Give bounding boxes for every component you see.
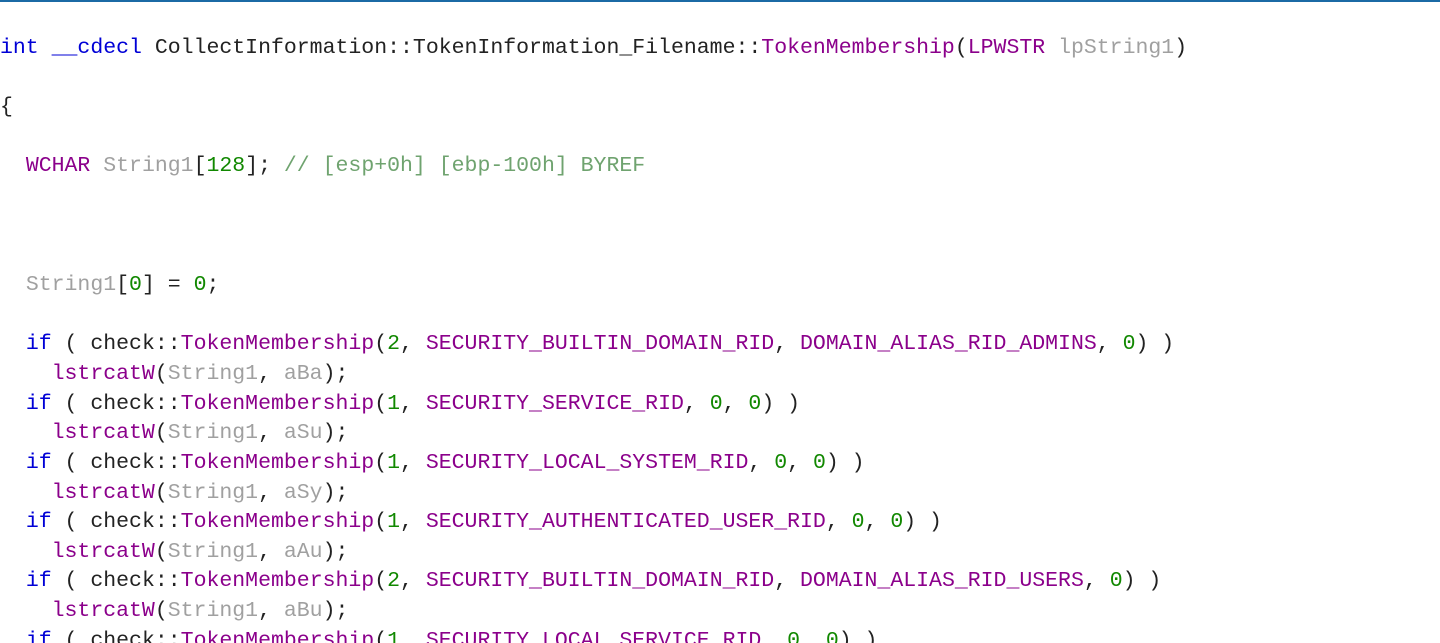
cat-arg0: String1 xyxy=(168,362,258,386)
arg-number: 2 xyxy=(387,569,400,593)
arg-number: 0 xyxy=(710,392,723,416)
keyword-cdecl: __cdecl xyxy=(52,36,142,60)
arg-number: 0 xyxy=(787,629,800,643)
check-fn: TokenMembership xyxy=(181,392,375,416)
arg-number: 0 xyxy=(1123,332,1136,356)
cat-arg0: String1 xyxy=(168,599,258,623)
arg-symbol: SECURITY_LOCAL_SYSTEM_RID xyxy=(426,451,749,475)
code-line: lstrcatW(String1, aSu); xyxy=(0,419,1440,449)
check-fn: TokenMembership xyxy=(181,629,375,643)
cat-fn: lstrcatW xyxy=(52,421,155,445)
brace-open: { xyxy=(0,95,13,119)
arg-symbol: SECURITY_BUILTIN_DOMAIN_RID xyxy=(426,332,774,356)
cat-arg0: String1 xyxy=(168,481,258,505)
check-ns: check xyxy=(90,451,155,475)
arg-number: 0 xyxy=(826,629,839,643)
param-type: LPWSTR xyxy=(968,36,1045,60)
decompiler-code-view: int __cdecl CollectInformation::TokenInf… xyxy=(0,0,1440,643)
class-name-1: CollectInformation xyxy=(155,36,387,60)
arg-symbol: DOMAIN_ALIAS_RID_USERS xyxy=(800,569,1084,593)
cat-arg1: aSu xyxy=(284,421,323,445)
keyword-if: if xyxy=(26,569,52,593)
keyword-int: int xyxy=(0,36,39,60)
code-line: if ( check::TokenMembership(1, SECURITY_… xyxy=(0,627,1440,643)
check-fn: TokenMembership xyxy=(181,451,375,475)
arg-number: 0 xyxy=(813,451,826,475)
check-ns: check xyxy=(90,510,155,534)
arg-symbol: SECURITY_SERVICE_RID xyxy=(426,392,684,416)
cat-arg0: String1 xyxy=(168,421,258,445)
decl-type: WCHAR xyxy=(26,154,91,178)
code-line: { xyxy=(0,93,1440,123)
check-fn: TokenMembership xyxy=(181,569,375,593)
check-ns: check xyxy=(90,392,155,416)
arg-symbol: SECURITY_BUILTIN_DOMAIN_RID xyxy=(426,569,774,593)
arg-number: 1 xyxy=(387,510,400,534)
arg-number: 1 xyxy=(387,392,400,416)
arg-number: 0 xyxy=(890,510,903,534)
function-name: TokenMembership xyxy=(761,36,955,60)
param-name: lpString1 xyxy=(1058,36,1174,60)
arg-symbol: SECURITY_AUTHENTICATED_USER_RID xyxy=(426,510,826,534)
keyword-if: if xyxy=(26,510,52,534)
cat-fn: lstrcatW xyxy=(52,481,155,505)
keyword-if: if xyxy=(26,451,52,475)
code-line: if ( check::TokenMembership(1, SECURITY_… xyxy=(0,449,1440,479)
arg-number: 1 xyxy=(387,451,400,475)
arg-number: 0 xyxy=(748,392,761,416)
decl-comment: // [esp+0h] [ebp-100h] BYREF xyxy=(284,154,645,178)
code-line: if ( check::TokenMembership(1, SECURITY_… xyxy=(0,390,1440,420)
check-ns: check xyxy=(90,332,155,356)
code-line: lstrcatW(String1, aBa); xyxy=(0,360,1440,390)
code-line: lstrcatW(String1, aSy); xyxy=(0,479,1440,509)
arg-symbol: SECURITY_LOCAL_SERVICE_RID xyxy=(426,629,761,643)
check-ns: check xyxy=(90,569,155,593)
code-line xyxy=(0,212,1440,242)
code-line: if ( check::TokenMembership(2, SECURITY_… xyxy=(0,330,1440,360)
arg-symbol: DOMAIN_ALIAS_RID_ADMINS xyxy=(800,332,1097,356)
check-fn: TokenMembership xyxy=(181,510,375,534)
cat-arg1: aSy xyxy=(284,481,323,505)
arg-number: 0 xyxy=(852,510,865,534)
init-var: String1 xyxy=(26,273,116,297)
code-line: String1[0] = 0; xyxy=(0,271,1440,301)
keyword-if: if xyxy=(26,332,52,356)
decl-dim: 128 xyxy=(206,154,245,178)
cat-arg0: String1 xyxy=(168,540,258,564)
arg-number: 0 xyxy=(774,451,787,475)
code-line: lstrcatW(String1, aAu); xyxy=(0,538,1440,568)
cat-arg1: aBu xyxy=(284,599,323,623)
init-idx: 0 xyxy=(129,273,142,297)
cat-fn: lstrcatW xyxy=(52,362,155,386)
cat-arg1: aAu xyxy=(284,540,323,564)
arg-number: 0 xyxy=(1110,569,1123,593)
keyword-if: if xyxy=(26,392,52,416)
cat-fn: lstrcatW xyxy=(52,540,155,564)
keyword-if: if xyxy=(26,629,52,643)
check-ns: check xyxy=(90,629,155,643)
code-line: int __cdecl CollectInformation::TokenInf… xyxy=(0,34,1440,64)
decl-var: String1 xyxy=(103,154,193,178)
arg-number: 2 xyxy=(387,332,400,356)
code-line: if ( check::TokenMembership(2, SECURITY_… xyxy=(0,567,1440,597)
code-line: if ( check::TokenMembership(1, SECURITY_… xyxy=(0,508,1440,538)
cat-fn: lstrcatW xyxy=(52,599,155,623)
class-name-2: TokenInformation_Filename xyxy=(413,36,736,60)
cat-arg1: aBa xyxy=(284,362,323,386)
code-line: WCHAR String1[128]; // [esp+0h] [ebp-100… xyxy=(0,152,1440,182)
code-line: lstrcatW(String1, aBu); xyxy=(0,597,1440,627)
check-fn: TokenMembership xyxy=(181,332,375,356)
init-val: 0 xyxy=(194,273,207,297)
arg-number: 1 xyxy=(387,629,400,643)
